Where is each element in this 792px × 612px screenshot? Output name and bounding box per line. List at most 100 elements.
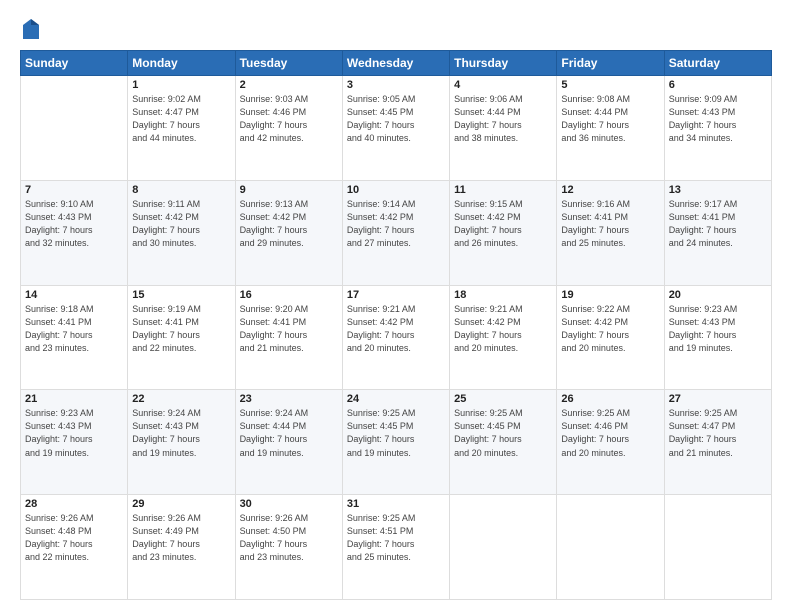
- day-number: 20: [669, 289, 767, 301]
- day-number: 18: [454, 289, 552, 301]
- day-info: Sunrise: 9:21 AM Sunset: 4:42 PM Dayligh…: [347, 303, 445, 355]
- calendar-cell: 16 Sunrise: 9:20 AM Sunset: 4:41 PM Dayli…: [235, 285, 342, 390]
- day-number: 27: [669, 393, 767, 405]
- calendar-cell: 19 Sunrise: 9:22 AM Sunset: 4:42 PM Dayli…: [557, 285, 664, 390]
- calendar-cell: 11 Sunrise: 9:15 AM Sunset: 4:42 PM Dayli…: [450, 180, 557, 285]
- day-info: Sunrise: 9:26 AM Sunset: 4:48 PM Dayligh…: [25, 512, 123, 564]
- day-info: Sunrise: 9:25 AM Sunset: 4:51 PM Dayligh…: [347, 512, 445, 564]
- calendar-cell: 25 Sunrise: 9:25 AM Sunset: 4:45 PM Dayli…: [450, 390, 557, 495]
- day-number: 4: [454, 79, 552, 91]
- calendar-cell: 23Sunrise: 9:24 AM Sunset: 4:44 PM Dayli…: [235, 390, 342, 495]
- day-info: Sunrise: 9:05 AM Sunset: 4:45 PM Dayligh…: [347, 93, 445, 145]
- day-info: Sunrise: 9:13 AM Sunset: 4:42 PM Dayligh…: [240, 198, 338, 250]
- weekday-monday: Monday: [128, 51, 235, 76]
- day-number: 28: [25, 498, 123, 510]
- day-number: 16: [240, 289, 338, 301]
- logo-icon: [22, 18, 40, 40]
- calendar-cell: 3 Sunrise: 9:05 AM Sunset: 4:45 PM Daylig…: [342, 76, 449, 181]
- calendar-cell: 28 Sunrise: 9:26 AM Sunset: 4:48 PM Dayli…: [21, 495, 128, 600]
- day-info: Sunrise: 9:23 AM Sunset: 4:43 PM Dayligh…: [669, 303, 767, 355]
- day-number: 3: [347, 79, 445, 91]
- day-number: 6: [669, 79, 767, 91]
- calendar-cell: 12 Sunrise: 9:16 AM Sunset: 4:41 PM Dayli…: [557, 180, 664, 285]
- day-info: Sunrise: 9:15 AM Sunset: 4:42 PM Dayligh…: [454, 198, 552, 250]
- day-info: Sunrise: 9:24 AM Sunset: 4:44 PM Dayligh…: [240, 407, 338, 459]
- day-number: 11: [454, 184, 552, 196]
- week-row-2: 14 Sunrise: 9:18 AM Sunset: 4:41 PM Dayli…: [21, 285, 772, 390]
- calendar-cell: 20 Sunrise: 9:23 AM Sunset: 4:43 PM Dayli…: [664, 285, 771, 390]
- calendar-cell: 13 Sunrise: 9:17 AM Sunset: 4:41 PM Dayli…: [664, 180, 771, 285]
- day-info: Sunrise: 9:16 AM Sunset: 4:41 PM Dayligh…: [561, 198, 659, 250]
- calendar-cell: 5 Sunrise: 9:08 AM Sunset: 4:44 PM Daylig…: [557, 76, 664, 181]
- weekday-thursday: Thursday: [450, 51, 557, 76]
- day-number: 2: [240, 79, 338, 91]
- calendar-table: SundayMondayTuesdayWednesdayThursdayFrid…: [20, 50, 772, 600]
- calendar-cell: 15 Sunrise: 9:19 AM Sunset: 4:41 PM Dayli…: [128, 285, 235, 390]
- day-info: Sunrise: 9:26 AM Sunset: 4:50 PM Dayligh…: [240, 512, 338, 564]
- day-info: Sunrise: 9:22 AM Sunset: 4:42 PM Dayligh…: [561, 303, 659, 355]
- week-row-1: 7 Sunrise: 9:10 AM Sunset: 4:43 PM Daylig…: [21, 180, 772, 285]
- day-number: 25: [454, 393, 552, 405]
- day-info: Sunrise: 9:02 AM Sunset: 4:47 PM Dayligh…: [132, 93, 230, 145]
- calendar-cell: 17Sunrise: 9:21 AM Sunset: 4:42 PM Dayli…: [342, 285, 449, 390]
- day-info: Sunrise: 9:25 AM Sunset: 4:45 PM Dayligh…: [347, 407, 445, 459]
- day-number: 24: [347, 393, 445, 405]
- calendar-cell: 22Sunrise: 9:24 AM Sunset: 4:43 PM Dayli…: [128, 390, 235, 495]
- day-info: Sunrise: 9:23 AM Sunset: 4:43 PM Dayligh…: [25, 407, 123, 459]
- calendar-cell: [664, 495, 771, 600]
- calendar-cell: 8Sunrise: 9:11 AM Sunset: 4:42 PM Daylig…: [128, 180, 235, 285]
- day-info: Sunrise: 9:20 AM Sunset: 4:41 PM Dayligh…: [240, 303, 338, 355]
- calendar-cell: 6Sunrise: 9:09 AM Sunset: 4:43 PM Daylig…: [664, 76, 771, 181]
- day-number: 21: [25, 393, 123, 405]
- day-info: Sunrise: 9:25 AM Sunset: 4:46 PM Dayligh…: [561, 407, 659, 459]
- calendar-cell: 29 Sunrise: 9:26 AM Sunset: 4:49 PM Dayli…: [128, 495, 235, 600]
- day-info: Sunrise: 9:03 AM Sunset: 4:46 PM Dayligh…: [240, 93, 338, 145]
- day-number: 26: [561, 393, 659, 405]
- day-number: 12: [561, 184, 659, 196]
- calendar-cell: 31 Sunrise: 9:25 AM Sunset: 4:51 PM Dayli…: [342, 495, 449, 600]
- weekday-saturday: Saturday: [664, 51, 771, 76]
- day-number: 14: [25, 289, 123, 301]
- calendar-cell: [21, 76, 128, 181]
- calendar-cell: 27 Sunrise: 9:25 AM Sunset: 4:47 PM Dayli…: [664, 390, 771, 495]
- day-info: Sunrise: 9:14 AM Sunset: 4:42 PM Dayligh…: [347, 198, 445, 250]
- day-number: 13: [669, 184, 767, 196]
- day-info: Sunrise: 9:18 AM Sunset: 4:41 PM Dayligh…: [25, 303, 123, 355]
- calendar-cell: 4Sunrise: 9:06 AM Sunset: 4:44 PM Daylig…: [450, 76, 557, 181]
- day-number: 31: [347, 498, 445, 510]
- day-info: Sunrise: 9:25 AM Sunset: 4:47 PM Dayligh…: [669, 407, 767, 459]
- day-number: 22: [132, 393, 230, 405]
- calendar-cell: 14 Sunrise: 9:18 AM Sunset: 4:41 PM Dayli…: [21, 285, 128, 390]
- day-number: 30: [240, 498, 338, 510]
- day-number: 15: [132, 289, 230, 301]
- calendar-cell: [557, 495, 664, 600]
- day-info: Sunrise: 9:17 AM Sunset: 4:41 PM Dayligh…: [669, 198, 767, 250]
- day-info: Sunrise: 9:10 AM Sunset: 4:43 PM Dayligh…: [25, 198, 123, 250]
- day-number: 19: [561, 289, 659, 301]
- day-number: 29: [132, 498, 230, 510]
- calendar-cell: 2 Sunrise: 9:03 AM Sunset: 4:46 PM Daylig…: [235, 76, 342, 181]
- calendar-cell: 7 Sunrise: 9:10 AM Sunset: 4:43 PM Daylig…: [21, 180, 128, 285]
- day-info: Sunrise: 9:19 AM Sunset: 4:41 PM Dayligh…: [132, 303, 230, 355]
- calendar-cell: 18 Sunrise: 9:21 AM Sunset: 4:42 PM Dayli…: [450, 285, 557, 390]
- day-number: 5: [561, 79, 659, 91]
- day-number: 7: [25, 184, 123, 196]
- day-info: Sunrise: 9:08 AM Sunset: 4:44 PM Dayligh…: [561, 93, 659, 145]
- day-info: Sunrise: 9:21 AM Sunset: 4:42 PM Dayligh…: [454, 303, 552, 355]
- weekday-wednesday: Wednesday: [342, 51, 449, 76]
- logo: [20, 18, 40, 40]
- calendar-cell: 1 Sunrise: 9:02 AM Sunset: 4:47 PM Daylig…: [128, 76, 235, 181]
- calendar-cell: 26 Sunrise: 9:25 AM Sunset: 4:46 PM Dayli…: [557, 390, 664, 495]
- weekday-tuesday: Tuesday: [235, 51, 342, 76]
- day-number: 9: [240, 184, 338, 196]
- calendar-cell: 30 Sunrise: 9:26 AM Sunset: 4:50 PM Dayli…: [235, 495, 342, 600]
- calendar-cell: 21 Sunrise: 9:23 AM Sunset: 4:43 PM Dayli…: [21, 390, 128, 495]
- calendar-cell: 9 Sunrise: 9:13 AM Sunset: 4:42 PM Daylig…: [235, 180, 342, 285]
- week-row-0: 1 Sunrise: 9:02 AM Sunset: 4:47 PM Daylig…: [21, 76, 772, 181]
- day-number: 1: [132, 79, 230, 91]
- day-info: Sunrise: 9:26 AM Sunset: 4:49 PM Dayligh…: [132, 512, 230, 564]
- header: [20, 18, 772, 40]
- day-info: Sunrise: 9:25 AM Sunset: 4:45 PM Dayligh…: [454, 407, 552, 459]
- calendar-cell: 10Sunrise: 9:14 AM Sunset: 4:42 PM Dayli…: [342, 180, 449, 285]
- weekday-sunday: Sunday: [21, 51, 128, 76]
